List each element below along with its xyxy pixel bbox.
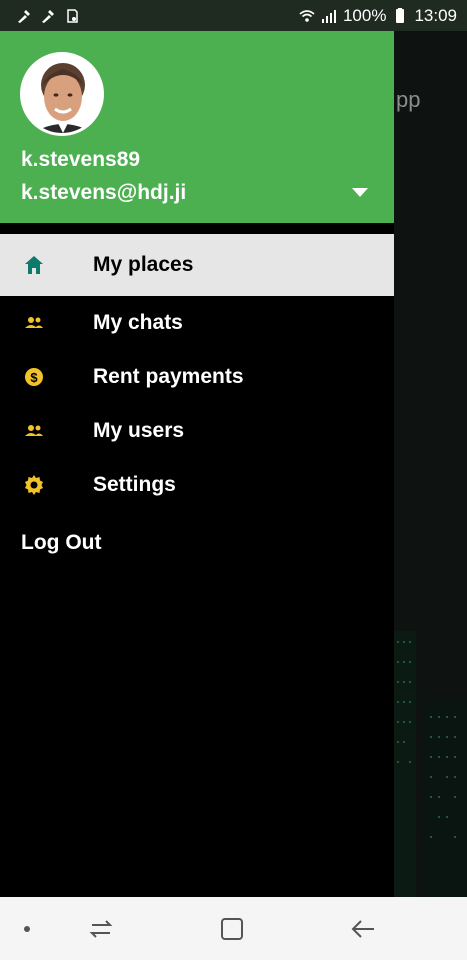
avatar[interactable] bbox=[20, 52, 104, 136]
gear-icon bbox=[22, 473, 46, 497]
drawer-menu: My places My chats $ Rent payments My us… bbox=[0, 234, 394, 512]
menu-item-rent-payments[interactable]: $ Rent payments bbox=[0, 350, 394, 404]
home-icon bbox=[22, 253, 46, 277]
menu-item-my-chats[interactable]: My chats bbox=[0, 296, 394, 350]
menu-item-my-users[interactable]: My users bbox=[0, 404, 394, 458]
menu-item-label: My places bbox=[93, 253, 194, 276]
svg-text:$: $ bbox=[30, 370, 38, 385]
status-bar: 100% 13:09 bbox=[0, 0, 467, 31]
broom-icon bbox=[18, 9, 30, 23]
drawer-header: k.stevens89 k.stevens@hdj.ji bbox=[0, 31, 394, 223]
menu-item-my-places[interactable]: My places bbox=[0, 234, 394, 296]
wifi-icon bbox=[299, 9, 315, 22]
profile-username: k.stevens89 bbox=[21, 148, 141, 171]
menu-item-settings[interactable]: Settings bbox=[0, 458, 394, 512]
logout-button[interactable]: Log Out bbox=[21, 531, 101, 555]
home-square-icon[interactable] bbox=[220, 917, 244, 941]
menu-item-label: Rent payments bbox=[93, 365, 244, 388]
account-dropdown-icon[interactable] bbox=[351, 186, 369, 198]
status-left-icons bbox=[16, 8, 80, 24]
system-nav-bar bbox=[0, 897, 467, 960]
menu-item-label: My chats bbox=[93, 311, 183, 334]
status-right: 100% 13:09 bbox=[299, 6, 457, 26]
navigation-drawer: k.stevens89 k.stevens@hdj.ji My places M… bbox=[0, 31, 394, 897]
menu-item-label: Settings bbox=[93, 473, 176, 496]
recent-apps-icon[interactable] bbox=[88, 917, 114, 941]
people-icon bbox=[22, 419, 46, 443]
background-app-title: pp bbox=[396, 87, 421, 112]
signal-icon bbox=[321, 9, 336, 23]
battery-icon bbox=[396, 7, 405, 23]
broom-icon bbox=[42, 9, 54, 23]
dollar-coin-icon: $ bbox=[22, 365, 46, 389]
profile-email: k.stevens@hdj.ji bbox=[21, 181, 187, 204]
clock: 13:09 bbox=[414, 5, 457, 25]
battery-percent: 100% bbox=[342, 5, 387, 25]
people-icon bbox=[22, 311, 46, 335]
menu-item-label: My users bbox=[93, 419, 185, 442]
city-skyline-image bbox=[394, 631, 467, 928]
profile-photo bbox=[23, 55, 101, 133]
dot-icon[interactable] bbox=[22, 924, 32, 934]
sdcard-icon bbox=[67, 8, 78, 23]
back-arrow-icon[interactable] bbox=[350, 917, 376, 941]
